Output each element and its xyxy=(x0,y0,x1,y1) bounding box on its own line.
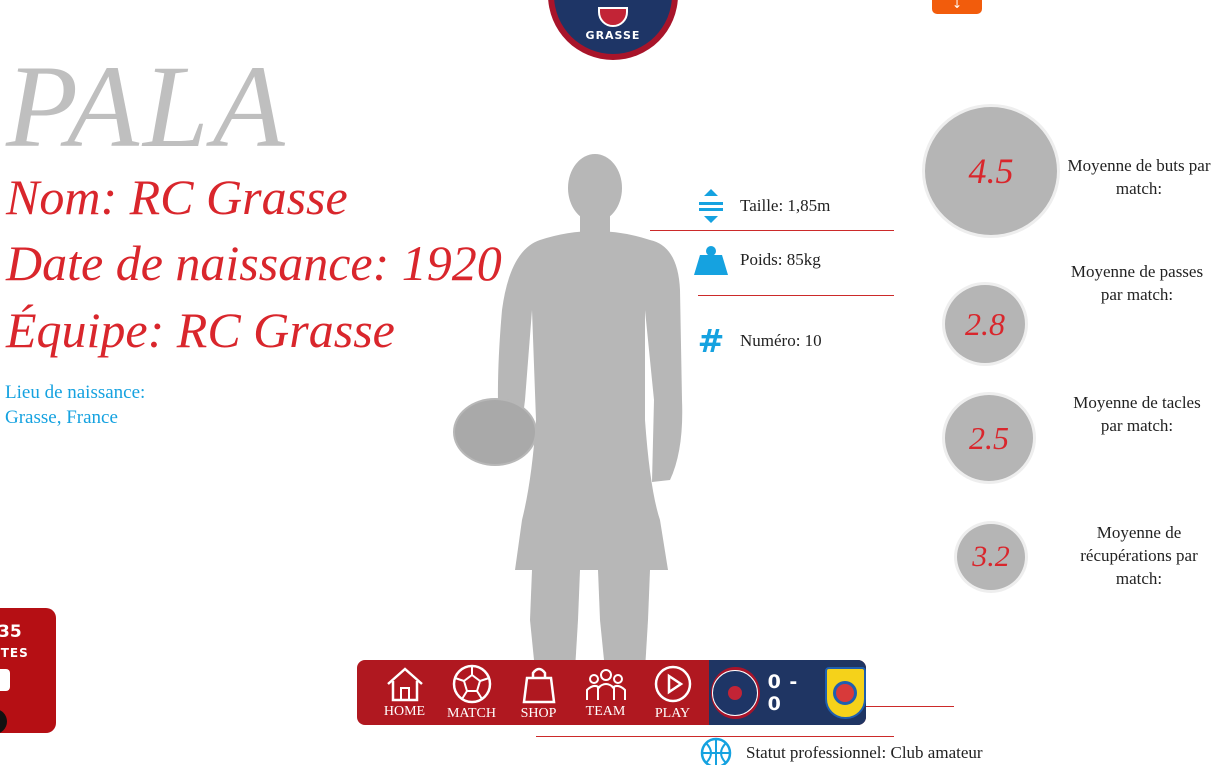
stat-label-recoveries: Moyenne de récupérations par match: xyxy=(1080,523,1198,588)
stat-circle-recoveries: 3.2 xyxy=(954,521,1028,593)
scroll-down-button[interactable]: ↓ xyxy=(932,0,982,14)
away-club-badge xyxy=(824,666,866,719)
match-score: 0 - 0 xyxy=(767,670,799,715)
divider-line xyxy=(650,230,894,231)
divider-line xyxy=(866,706,954,707)
promo-widget[interactable]: 35 UTES xyxy=(0,608,56,734)
player-team: Équipe: RC Grasse xyxy=(6,302,395,358)
birth-place: Lieu de naissance: Grasse, France xyxy=(5,380,145,430)
stat-circle-passes: 2.8 xyxy=(942,282,1028,366)
promo-button[interactable] xyxy=(0,709,7,734)
promo-input[interactable] xyxy=(0,669,10,691)
attr-number-text: Numéro: 10 xyxy=(740,331,822,350)
attr-weight: Poids: 85kg xyxy=(694,243,821,277)
home-icon xyxy=(386,666,423,701)
nav-home[interactable]: HOME xyxy=(371,660,438,725)
club-logo-inner: GRASSE xyxy=(554,0,672,54)
club-logo-text: GRASSE xyxy=(585,29,641,42)
player-nom: Nom: RC Grasse xyxy=(6,169,348,225)
nav-shop[interactable]: SHOP xyxy=(505,660,572,725)
promo-number: 35 xyxy=(0,622,22,642)
home-club-badge xyxy=(711,666,760,719)
nav-shop-label: SHOP xyxy=(520,705,557,721)
match-score-widget[interactable]: 0 - 0 xyxy=(709,660,866,725)
professional-status: Statut professionnel: Club amateur xyxy=(700,737,983,765)
player-name: PALA xyxy=(6,41,289,172)
bottom-nav: HOME MATCH SHOP TEAM PLAY 0 - 0 xyxy=(357,660,866,725)
nav-play[interactable]: PLAY xyxy=(639,660,706,725)
nav-team[interactable]: TEAM xyxy=(572,660,639,725)
arrow-down-icon: ↓ xyxy=(951,0,963,11)
weight-icon xyxy=(694,243,728,277)
promo-word: UTES xyxy=(0,646,29,660)
player-silhouette xyxy=(453,154,683,670)
nav-match-label: MATCH xyxy=(446,705,496,721)
stat-label-tackles: Moyenne de tacles par match: xyxy=(1073,393,1201,435)
attr-height-text: Taille: 1,85m xyxy=(740,196,831,215)
shopping-bag-icon xyxy=(522,667,555,703)
attr-height: Taille: 1,85m xyxy=(694,189,830,223)
hashtag-icon: # xyxy=(697,322,725,360)
stat-circle-goals: 4.5 xyxy=(922,104,1060,238)
team-icon xyxy=(585,668,626,700)
professional-status-text: Statut professionnel: Club amateur xyxy=(746,743,983,762)
basketball-icon xyxy=(700,737,732,765)
play-icon xyxy=(654,665,691,702)
nav-play-label: PLAY xyxy=(654,705,691,721)
height-icon xyxy=(694,189,728,223)
birth-place-label: Lieu de naissance: xyxy=(5,382,146,403)
attr-number: # Numéro: 10 xyxy=(694,322,822,360)
stat-circle-tackles: 2.5 xyxy=(942,392,1036,484)
ball-shape xyxy=(455,400,535,464)
player-birth-date: Date de naissance: 1920 xyxy=(6,235,502,291)
attr-weight-text: Poids: 85kg xyxy=(740,250,821,269)
nav-home-label: HOME xyxy=(383,703,426,719)
stat-label-passes: Moyenne de passes par match: xyxy=(1070,262,1204,304)
stat-label-goals: Moyenne de buts par match: xyxy=(1067,156,1211,198)
club-logo[interactable]: GRASSE xyxy=(548,0,678,60)
nav-team-label: TEAM xyxy=(585,703,626,719)
divider-line xyxy=(698,295,894,296)
crest-icon xyxy=(598,7,628,27)
football-icon xyxy=(452,664,491,703)
birth-place-value: Grasse, France xyxy=(5,407,118,428)
nav-match[interactable]: MATCH xyxy=(438,660,505,725)
